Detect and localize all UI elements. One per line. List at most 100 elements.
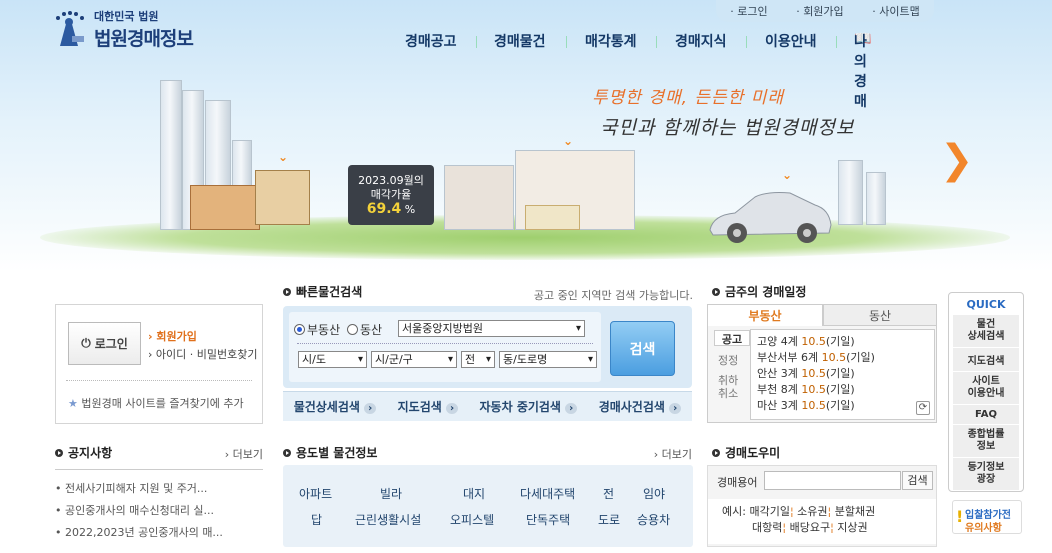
banner-tower [160,80,182,230]
sitemap-link[interactable]: · 사이트맵 [872,3,919,19]
quick-registry-plaza[interactable]: 등기정보 광장 [953,458,1019,490]
bullet-icon [283,448,291,457]
usage-neighborhood[interactable]: 근린생활시설 [355,511,421,528]
usage-road[interactable]: 도로 [598,511,620,528]
schedule-row[interactable]: 고양 4계 10.5(기일) [757,334,934,350]
quick-faq[interactable]: FAQ [953,405,1019,425]
helper-title-text: 경매도우미 [725,446,781,460]
usage-paddy[interactable]: 답 [311,511,322,528]
login-button[interactable]: ⏻ 로그인 [68,322,141,365]
radio-real-estate-label: 부동산 [307,323,341,337]
schedule-count: 3계 [780,399,798,412]
nav-divider [566,36,567,48]
sido-select[interactable]: 시/도 [298,351,367,368]
schedule-section: 금주의 경매일정 [712,283,806,300]
quick-search-title-text: 빠른물건검색 [296,285,363,299]
usage-land[interactable]: 대지 [463,485,485,502]
term-opposing-power[interactable]: 대항력 [752,521,782,534]
usage-more-link[interactable]: › 더보기 [654,446,692,462]
banner-tower [838,160,863,225]
case-search-label: 경매사건검색 [598,400,665,414]
term-sale-date[interactable]: 매각기일 [749,505,789,518]
quick-detail-search[interactable]: 물건 상세검색 [953,315,1019,348]
join-label: 회원가입 [156,330,197,343]
schedule-list: 고양 4계 10.5(기일) 부산서부 6계 10.5(기일) 안산 3계 10… [750,329,935,420]
quick-legal-info[interactable]: 종합법률 정보 [953,425,1019,458]
login-link[interactable]: · 로그인 [730,3,767,19]
board-unit: % [404,203,416,216]
usage-villa[interactable]: 빌라 [380,485,402,502]
map-search-label: 지도검색 [397,400,442,414]
radio-movable[interactable]: 동산 [347,321,382,338]
dong-select[interactable]: 동/도로명 [499,351,597,368]
join-link[interactable]: · 회원가입 [796,3,843,19]
schedule-row[interactable]: 마산 3계 10.5(기일) [757,398,934,414]
radio-real-estate[interactable]: 부동산 [294,321,340,338]
side-tab-cancel[interactable]: 취하 취소 [718,374,742,400]
schedule-row[interactable]: 부산서부 6계 10.5(기일) [757,350,934,366]
chevron-down-icon: ⌄ [782,168,793,182]
side-tab-notice[interactable]: 공고 [714,330,750,346]
helper-section: 경매도우미 [712,444,780,461]
court-select[interactable]: 서울중앙지방법원 [398,320,585,337]
usage-car[interactable]: 승용차 [637,511,670,528]
term-surface-right[interactable]: 지상권 [837,521,867,534]
usage-officetel[interactable]: 오피스텔 [450,511,494,528]
notice-item[interactable]: • 2022,2023년 공인중개사의 매... [55,522,263,544]
banner-next-arrow-icon[interactable]: ❯ [940,140,974,180]
quick-map-search[interactable]: 지도검색 [953,348,1019,372]
term-divisible-claim[interactable]: 분할채권 [835,505,875,518]
tab-real-estate[interactable]: 부동산 [707,304,823,326]
schedule-date: 10.5 [801,367,826,380]
nav-auction-notice[interactable]: 경매공고 [405,31,457,51]
nav-guide[interactable]: 이용안내 [765,31,817,51]
search-button[interactable]: 검색 [610,321,675,376]
jeon-select[interactable]: 전 [461,351,495,368]
usage-forest[interactable]: 임야 [643,485,665,502]
usage-section: 용도별 물건정보 › 더보기 [283,444,692,461]
nav-sale-stats[interactable]: 매각통계 [585,31,637,51]
bid-notice-link[interactable]: ! 입찰참가전 유의사항 [952,500,1022,534]
notice-more-label: 더보기 [232,448,263,461]
nav-my-auction-label: 나의경매 [854,34,867,110]
quick-site-guide[interactable]: 사이트 이용안내 [953,372,1019,405]
quick-menu-title: QUICK [966,298,1006,311]
favorite-link[interactable]: ★ 법원경매 사이트를 즐겨찾기에 추가 [68,395,244,411]
side-tab-correction[interactable]: 정정 [718,352,738,368]
usage-more-label: 더보기 [661,448,692,461]
board-label: 매각가율 [370,188,412,201]
schedule-row[interactable]: 부천 8계 10.5(기일) [757,382,934,398]
usage-multiplex[interactable]: 다세대주택 [520,485,575,502]
refresh-icon[interactable]: ⟳ [916,401,930,415]
sigungu-select[interactable]: 시/군/구 [371,351,457,368]
slogan-line1: 투명한 경매, 든든한 미래 [592,88,785,108]
join-link-label: 회원가입 [803,5,844,18]
notice-item[interactable]: • 전세사기피해자 지원 및 주거... [55,478,263,500]
detail-search-link[interactable]: 물건상세검색 › [294,398,377,415]
vehicle-search-link[interactable]: 자동차 중기검색 › [480,398,578,415]
board-period: 2023.09월의 [358,174,424,187]
nav-divider [836,36,837,48]
chevron-down-icon: ⌄ [278,150,289,164]
chevron-down-icon: ⌄ [563,134,574,148]
case-search-link[interactable]: 경매사건검색 › [599,398,682,415]
usage-detached[interactable]: 단독주택 [526,511,570,528]
find-account-link[interactable]: › 아이디 · 비밀번호찾기 [148,346,257,362]
schedule-count: 8계 [780,383,798,396]
divider [66,380,252,381]
schedule-row[interactable]: 안산 3계 10.5(기일) [757,366,934,382]
term-search-input[interactable] [764,471,901,490]
map-search-link[interactable]: 지도검색 › [397,398,459,415]
notice-more-link[interactable]: › 더보기 [225,446,263,462]
notice-item[interactable]: • 공인중개사의 매수신청대리 실... [55,500,263,522]
term-search-button[interactable]: 검색 [902,471,933,490]
usage-field[interactable]: 전 [603,485,614,502]
tab-movable[interactable]: 동산 [823,304,937,326]
join-link-box[interactable]: › 회원가입 [148,328,197,344]
term-ownership[interactable]: 소유권 [797,505,827,518]
nav-auction-knowledge[interactable]: 경매지식 [675,31,727,51]
term-dividend-request[interactable]: 배당요구 [790,521,830,534]
schedule-date: 10.5 [821,351,847,364]
usage-apartment[interactable]: 아파트 [299,485,332,502]
nav-auction-items[interactable]: 경매물건 [494,31,546,51]
